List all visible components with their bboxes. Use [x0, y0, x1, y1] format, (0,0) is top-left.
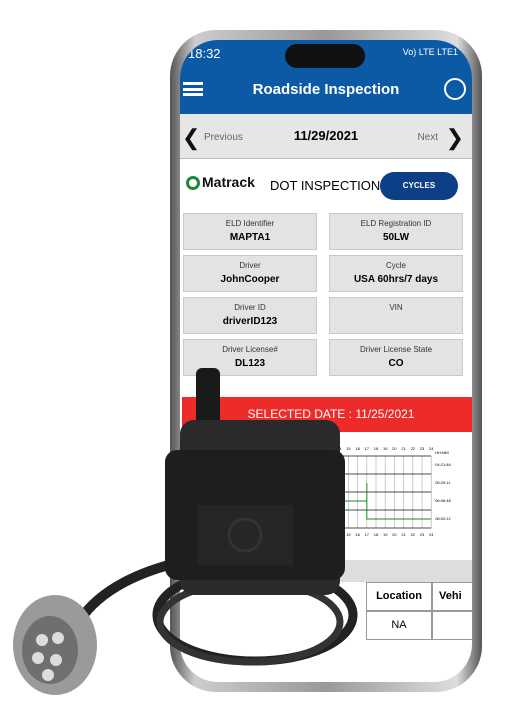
card-value: CO	[388, 358, 404, 369]
status-total: 04:21:46	[435, 462, 451, 467]
hour-label-bottom: 14	[337, 532, 342, 537]
status-indicators: Vo) LTE LTE1	[402, 47, 458, 57]
hour-label-bottom: 13	[330, 532, 333, 537]
hour-label-bottom: 21	[401, 532, 406, 537]
card-label: Driver License#	[222, 345, 278, 354]
hour-label-top: 23	[420, 446, 425, 451]
app-header: Roadside Inspection	[180, 68, 472, 114]
matrack-logo: Matrack	[186, 174, 255, 191]
card-label: ELD Registration ID	[360, 219, 432, 228]
hour-label-bottom: 23	[420, 532, 425, 537]
phone-screen: 18:32 Vo) LTE LTE1 Roadside Inspection ❮…	[180, 40, 472, 682]
phone-frame: 18:32 Vo) LTE LTE1 Roadside Inspection ❮…	[170, 30, 482, 692]
clock-icon[interactable]	[444, 78, 466, 100]
selected-date-banner: SELECTED DATE : 11/25/2021	[182, 397, 472, 432]
card-value: 50LW	[382, 232, 410, 243]
card-value: driverID123	[222, 316, 278, 327]
dot-inspection-title: DOT INSPECTION	[270, 178, 381, 193]
hour-label-top: 24	[429, 446, 434, 451]
hour-label-bottom: 19	[383, 532, 388, 537]
hour-label-bottom: 24	[429, 532, 434, 537]
card-value: DL123	[234, 358, 265, 369]
card-value: USA 60hrs/7 days	[353, 274, 439, 285]
hour-label-top: 19	[383, 446, 388, 451]
info-card: ELD Registration ID 50LW	[329, 213, 463, 250]
hour-label-top: 17	[365, 446, 370, 451]
hour-label-bottom: 15	[346, 532, 351, 537]
status-total: 08:02:12	[435, 516, 451, 521]
date-navigation: ❮ Previous 11/29/2021 Next ❯	[180, 114, 472, 159]
next-button[interactable]: Next	[417, 132, 438, 143]
hour-label-top: 22	[411, 446, 416, 451]
hour-label-bottom: 18	[374, 532, 379, 537]
card-label: Driver	[239, 261, 261, 270]
info-card: ELD Identifier MAPTA1	[183, 213, 317, 250]
deutsch-connector	[13, 595, 97, 695]
dynamic-island	[285, 44, 365, 68]
card-label: Cycle	[385, 261, 406, 270]
card-value: JohnCooper	[220, 274, 280, 285]
info-card: Cycle USA 60hrs/7 days	[329, 255, 463, 292]
status-time: 18:32	[188, 46, 221, 61]
cell-location: NA	[366, 611, 432, 640]
info-card: Driver License# DL123	[183, 339, 317, 376]
column-header-vehicle: Vehi	[432, 582, 472, 611]
card-label: VIN	[389, 303, 403, 312]
info-card: VIN	[329, 297, 463, 334]
page-title: Roadside Inspection	[252, 81, 400, 98]
duty-status-line	[330, 483, 432, 520]
card-value: MAPTA1	[229, 232, 271, 243]
cycles-button[interactable]: CYCLES	[380, 172, 458, 200]
info-card: Driver JohnCooper	[183, 255, 317, 292]
hour-label-top: 14	[337, 446, 342, 451]
duty-status-graph: 13 13 14 14 15 15 16 16 17 17 18 18 19 19 20 20 21 21 22 22…	[330, 446, 452, 537]
hour-label-bottom: 22	[411, 532, 416, 537]
column-header-location: Location	[366, 582, 432, 611]
status-total: 06:06:48	[435, 498, 451, 503]
logo-globe-icon	[186, 176, 200, 191]
section-header-bar	[180, 560, 472, 582]
status-total: 05:29:11	[435, 480, 451, 485]
hour-label-top: 13	[330, 446, 333, 451]
card-label: Driver License State	[359, 345, 433, 354]
totals-header: HH:MM	[435, 450, 449, 455]
hour-label-bottom: 20	[392, 532, 397, 537]
events-table: Location Vehi NA	[180, 582, 472, 640]
hour-label-top: 16	[355, 446, 360, 451]
card-label: ELD Identifier	[225, 219, 275, 228]
hour-label-bottom: 16	[355, 532, 360, 537]
hour-label-top: 18	[374, 446, 379, 451]
info-card: Driver License State CO	[329, 339, 463, 376]
hour-label-bottom: 17	[365, 532, 370, 537]
info-card: Driver ID driverID123	[183, 297, 317, 334]
hour-label-top: 15	[346, 446, 351, 451]
logo-text: Matrack	[202, 174, 255, 190]
cell-vehicle	[432, 611, 472, 640]
card-label: Driver ID	[234, 303, 266, 312]
hour-label-top: 20	[392, 446, 397, 451]
hour-label-top: 21	[401, 446, 406, 451]
chevron-right-icon[interactable]: ❯	[446, 125, 464, 151]
